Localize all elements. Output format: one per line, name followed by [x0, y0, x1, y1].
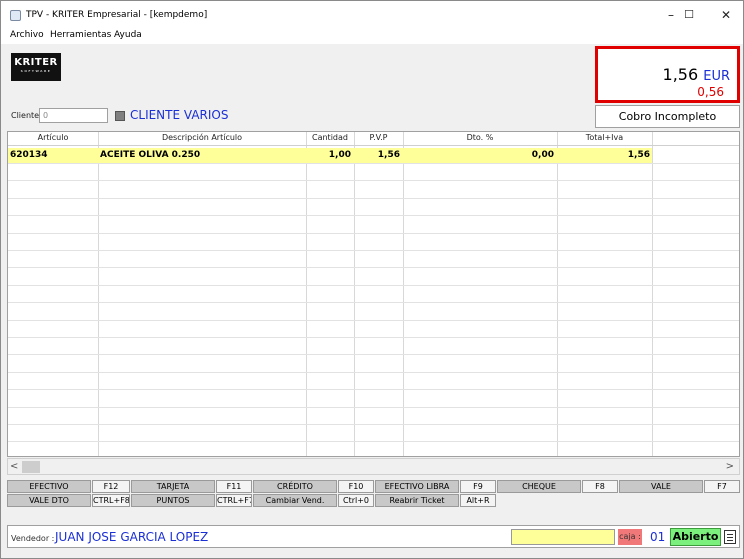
col-header-total[interactable]: Total+Iva [557, 132, 652, 144]
reabrir-ticket-key: Alt+R [460, 494, 496, 507]
cell-pvp: 1,56 [377, 150, 400, 160]
vendedor-name: JUAN JOSE GARCIA LOPEZ [55, 530, 209, 544]
currency: EUR [703, 69, 730, 84]
efectivo-key: F12 [92, 480, 130, 493]
vale-key: F7 [704, 480, 740, 493]
col-header-dto[interactable]: Dto. % [403, 132, 557, 144]
pos-window: TPV - KRITER Empresarial - [kempdemo] – … [0, 0, 744, 559]
logo-sub-text: SOFTWARE [20, 69, 52, 73]
col-header-pvp[interactable]: P.V.P [354, 132, 403, 144]
caja-label: caja : [618, 529, 642, 545]
col-header-descripcion[interactable]: Descripción Artículo [98, 132, 306, 144]
caja-number: 01 [650, 530, 666, 544]
status-bar: Vendedor : JUAN JOSE GARCIA LOPEZ caja :… [7, 525, 740, 548]
function-key-bar: EFECTIVO F12 TARJETA F11 CRÉDITO F10 EFE… [7, 480, 740, 509]
scroll-left-icon[interactable]: < [10, 461, 18, 472]
tarjeta-button[interactable]: TARJETA [131, 480, 215, 493]
cheque-button[interactable]: CHEQUE [497, 480, 581, 493]
document-icon[interactable] [724, 530, 736, 544]
efectivo-libra-button[interactable]: EFECTIVO LIBRA [375, 480, 459, 493]
cambiar-vendedor-key: Ctrl+0 [338, 494, 374, 507]
cell-total: 1,56 [627, 150, 650, 160]
total-amount: 1,56 EUR [663, 65, 730, 84]
window-title: TPV - KRITER Empresarial - [kempdemo] [26, 10, 208, 20]
scroll-thumb[interactable] [22, 461, 40, 473]
menu-archivo[interactable]: Archivo [10, 30, 44, 40]
client-name: CLIENTE VARIOS [130, 108, 229, 122]
cell-descripcion: ACEITE OLIVA 0.250 [100, 150, 201, 160]
maximize-button[interactable]: ☐ [669, 1, 709, 28]
cambiar-vendedor-button[interactable]: Cambiar Vend. [253, 494, 337, 507]
payment-status: Cobro Incompleto [595, 105, 740, 128]
client-label: Cliente [11, 111, 40, 120]
menu-bar: Archivo Herramientas Ayuda [1, 28, 743, 44]
scroll-right-icon[interactable]: > [726, 461, 734, 472]
client-checkbox[interactable] [115, 111, 125, 121]
efectivo-button[interactable]: EFECTIVO [7, 480, 91, 493]
ticket-lines-grid[interactable]: Artículo Descripción Artículo Cantidad P… [7, 131, 740, 457]
puntos-button[interactable]: PUNTOS [131, 494, 215, 507]
title-bar: TPV - KRITER Empresarial - [kempdemo] – … [1, 1, 743, 28]
efectivo-libra-key: F9 [460, 480, 496, 493]
app-icon [10, 10, 21, 21]
status-input[interactable] [511, 529, 615, 545]
total-display: 1,56 EUR 0,56 [595, 46, 740, 103]
tarjeta-key: F11 [216, 480, 252, 493]
puntos-key: CTRL+F7 [216, 494, 252, 507]
kriter-logo: KRITER SOFTWARE [11, 53, 61, 81]
cell-dto: 0,00 [531, 150, 554, 160]
vale-dto-button[interactable]: VALE DTO [7, 494, 91, 507]
vale-dto-key: CTRL+F8 [92, 494, 130, 507]
logo-main-text: KRITER [14, 57, 58, 68]
client-input[interactable]: 0 [39, 108, 108, 123]
pending-amount: 0,56 [697, 85, 724, 99]
vendedor-label: Vendedor : [11, 534, 55, 543]
menu-ayuda[interactable]: Ayuda [114, 30, 142, 40]
col-header-articulo[interactable]: Artículo [8, 132, 98, 144]
menu-herramientas[interactable]: Herramientas [50, 30, 111, 40]
vale-button[interactable]: VALE [619, 480, 703, 493]
credito-key: F10 [338, 480, 374, 493]
cell-articulo: 620134 [10, 150, 48, 160]
close-button[interactable]: ✕ [706, 1, 744, 28]
status-badge: Abierto [670, 528, 721, 546]
reabrir-ticket-button[interactable]: Reabrir Ticket [375, 494, 459, 507]
horizontal-scrollbar[interactable]: < > [7, 458, 740, 475]
col-header-cantidad[interactable]: Cantidad [306, 132, 354, 144]
credito-button[interactable]: CRÉDITO [253, 480, 337, 493]
client-row: Cliente 0 CLIENTE VARIOS [7, 105, 593, 127]
total-value: 1,56 [662, 65, 699, 84]
cheque-key: F8 [582, 480, 618, 493]
cell-cantidad: 1,00 [328, 150, 351, 160]
